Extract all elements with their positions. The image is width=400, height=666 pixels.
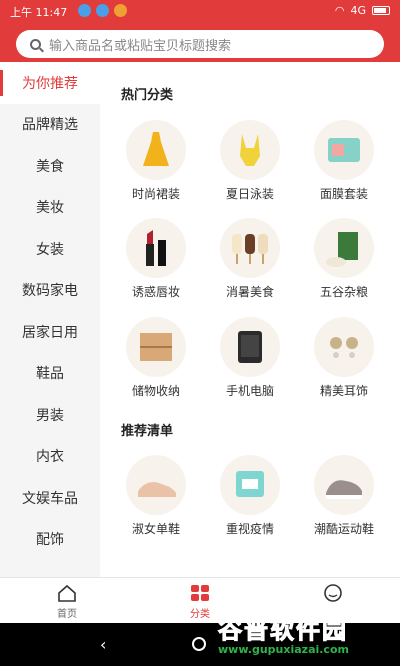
search-icon (30, 38, 41, 50)
category-dress[interactable]: 时尚裙装 (111, 120, 201, 202)
header: 上午 11:47 ◠ 4G 输入商品名或粘贴宝贝标题搜索 (0, 0, 400, 62)
wifi-icon: ◠ (334, 4, 345, 17)
sidebar-item-underwear[interactable]: 内衣 (0, 436, 100, 478)
category-swimwear[interactable]: 夏日泳装 (205, 120, 295, 202)
sidebar-item-home[interactable]: 居家日用 (0, 311, 100, 353)
profile-icon (323, 584, 343, 602)
category-earrings[interactable]: 精美耳饰 (299, 317, 389, 399)
home-icon (57, 584, 77, 602)
category-phone[interactable]: 手机电脑 (205, 317, 295, 399)
status-time: 上午 11:47 (10, 6, 68, 19)
sidebar-item-recommend[interactable]: 为你推荐 (0, 62, 100, 104)
notification-icon (78, 4, 91, 17)
swimsuit-icon (220, 120, 280, 180)
sidebar-item-makeup[interactable]: 美妆 (0, 187, 100, 229)
watermark-brand: 谷普软件园 (218, 616, 348, 645)
system-home-icon[interactable] (192, 637, 206, 651)
network-label: 4G (350, 4, 366, 17)
category-grains[interactable]: 五谷杂粮 (299, 218, 389, 300)
status-indicators: ◠ 4G (335, 4, 390, 17)
section-title-hot: 热门分类 (121, 88, 174, 103)
sidebar-item-entertainment[interactable]: 文娱车品 (0, 477, 100, 519)
category-content: 热门分类 时尚裙装 夏日泳装 面膜套装 诱惑唇妆 消暑美食 五谷杂粮 储物收纳 … (100, 62, 400, 577)
recommend-sneakers[interactable]: 潮酷运动鞋 (299, 455, 389, 537)
face-mask-icon (314, 120, 374, 180)
back-icon[interactable]: ‹ (100, 635, 106, 654)
sidebar-item-mens[interactable]: 男装 (0, 394, 100, 436)
earring-icon (314, 317, 374, 377)
lipstick-icon (126, 218, 186, 278)
watermark-url: www.gupuxiazai.com (218, 643, 349, 656)
category-icecream[interactable]: 消暑美食 (205, 218, 295, 300)
sidebar-item-womens[interactable]: 女装 (0, 228, 100, 270)
rice-bag-icon (314, 218, 374, 278)
tab-profile[interactable] (303, 584, 363, 605)
sidebar-item-brands[interactable]: 品牌精选 (0, 104, 100, 146)
drawer-icon (126, 317, 186, 377)
category-facemask[interactable]: 面膜套装 (299, 120, 389, 202)
sidebar-item-accessories[interactable]: 配饰 (0, 519, 100, 561)
category-sidebar: 为你推荐 品牌精选 美食 美妆 女装 数码家电 居家日用 鞋品 男装 内衣 文娱… (0, 62, 100, 577)
sidebar-item-food[interactable]: 美食 (0, 145, 100, 187)
recommend-ladies-shoes[interactable]: 淑女单鞋 (111, 455, 201, 537)
notification-icon (114, 4, 127, 17)
sneaker-icon (314, 455, 374, 515)
loafer-icon (126, 455, 186, 515)
category-icon (190, 584, 210, 602)
search-input[interactable]: 输入商品名或粘贴宝贝标题搜索 (16, 30, 384, 58)
medical-mask-icon (220, 455, 280, 515)
dress-icon (126, 120, 186, 180)
sidebar-item-shoes[interactable]: 鞋品 (0, 353, 100, 395)
battery-icon (372, 6, 390, 15)
sidebar-item-digital[interactable]: 数码家电 (0, 270, 100, 312)
watermark: 谷普软件园 www.gupuxiazai.com (218, 610, 398, 666)
category-lipstick[interactable]: 诱惑唇妆 (111, 218, 201, 300)
tab-home[interactable]: 首页 (37, 584, 97, 620)
recommend-epidemic[interactable]: 重视疫情 (205, 455, 295, 537)
category-storage[interactable]: 储物收纳 (111, 317, 201, 399)
status-bar: 上午 11:47 ◠ 4G (0, 0, 400, 22)
search-placeholder: 输入商品名或粘贴宝贝标题搜索 (49, 38, 232, 54)
notification-icon (96, 4, 109, 17)
popsicle-icon (220, 218, 280, 278)
section-title-recommend: 推荐清单 (121, 424, 174, 439)
phone-icon (220, 317, 280, 377)
